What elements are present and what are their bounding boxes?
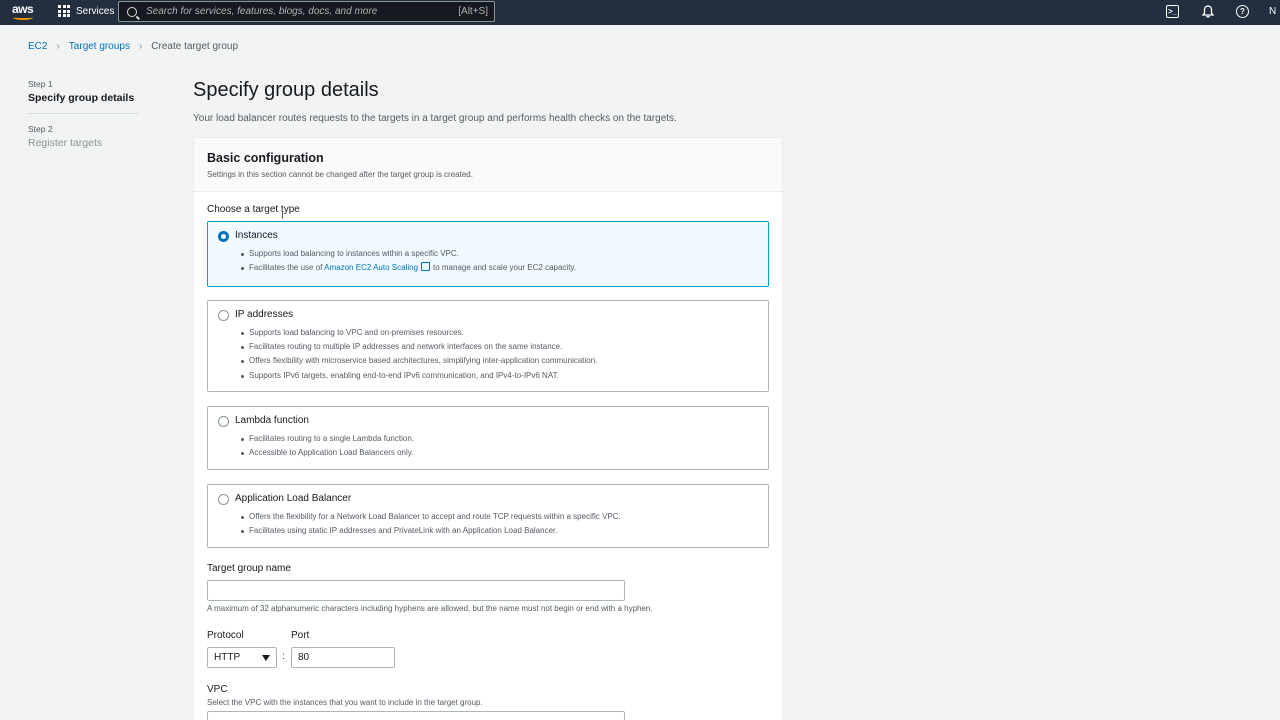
caret-down-icon — [262, 655, 270, 661]
option-bullet: Facilitates routing to a single Lambda f… — [241, 432, 414, 446]
option-bullets: Facilitates routing to a single Lambda f… — [241, 432, 414, 460]
option-bullet: Facilitates the use of Amazon EC2 Auto S… — [240, 261, 577, 275]
option-bullet: Offers flexibility with microservice bas… — [240, 354, 597, 368]
option-bullet: Supports load balancing to VPC and on-pr… — [240, 326, 597, 340]
option-title: Application Load Balancer — [235, 493, 352, 504]
search-icon — [127, 6, 137, 17]
search-input[interactable] — [146, 6, 459, 17]
radio-button[interactable] — [218, 310, 229, 321]
target-group-name-label: Target group name — [207, 563, 291, 574]
port-label: Port — [291, 630, 310, 641]
chevron-right-icon: › — [138, 41, 143, 52]
text-cursor-icon — [282, 211, 287, 219]
search-bar[interactable]: [Alt+S] — [118, 1, 495, 22]
vpc-select[interactable] — [207, 711, 625, 720]
target-type-option-instances[interactable]: Instances Supports load balancing to ins… — [207, 221, 769, 287]
chevron-right-icon: › — [56, 41, 60, 52]
option-bullet: Supports load balancing to instances wit… — [240, 247, 576, 261]
step-number: Step 2 — [28, 124, 53, 134]
services-label: Services — [76, 5, 115, 17]
option-bullet: Offers the flexibility for a Network Loa… — [241, 510, 621, 524]
option-bullet: Accessible to Application Load Balancers… — [241, 446, 414, 460]
radio-button[interactable] — [218, 231, 229, 242]
option-bullet: Facilitates using static IP addresses an… — [241, 524, 621, 538]
page-description: Your load balancer routes requests to th… — [193, 113, 677, 124]
panel-header: Basic configuration Settings in this sec… — [194, 138, 782, 192]
account-menu[interactable]: N — [1269, 6, 1276, 17]
panel-description: Settings in this section cannot be chang… — [207, 170, 473, 179]
search-shortcut: [Alt+S] — [458, 6, 488, 17]
bullet-suffix: to manage and scale your EC2 capacity. — [433, 263, 577, 273]
logo-text: aws — [12, 2, 34, 16]
option-bullet: Supports IPv6 targets, enabling end-to-e… — [240, 369, 597, 383]
cloudshell-icon[interactable]: >_ — [1166, 5, 1179, 18]
option-bullets: Offers the flexibility for a Network Loa… — [241, 510, 621, 538]
external-link-icon — [421, 262, 430, 272]
protocol-label: Protocol — [207, 630, 244, 641]
radio-button[interactable] — [218, 416, 229, 427]
port-separator: : — [282, 651, 285, 662]
target-type-option-application-load-balancer[interactable]: Application Load Balancer Offers the fle… — [207, 484, 769, 548]
port-input[interactable] — [291, 647, 395, 668]
target-group-name-input[interactable] — [207, 580, 625, 601]
bell-icon[interactable] — [1201, 5, 1214, 18]
step-title: Specify group details — [28, 92, 135, 104]
services-menu-button[interactable]: Services — [58, 5, 114, 17]
help-icon[interactable]: ? — [1236, 5, 1249, 18]
step-number: Step 1 — [28, 79, 53, 89]
aws-logo[interactable]: aws — [12, 3, 36, 21]
logo-smile-icon — [13, 15, 33, 20]
option-title: IP addresses — [235, 309, 294, 320]
top-navigation: aws Services [Alt+S] >_ ? N — [0, 0, 1280, 25]
breadcrumb-target-groups-link[interactable]: Target groups — [69, 41, 130, 52]
panel-title: Basic configuration — [207, 151, 324, 165]
bullet-prefix: Facilitates the use of — [249, 263, 323, 273]
step-2: Step 2 Register targets — [28, 124, 138, 149]
page-title: Specify group details — [193, 79, 379, 101]
breadcrumb-ec2-link[interactable]: EC2 — [28, 41, 47, 52]
vpc-hint: Select the VPC with the instances that y… — [207, 698, 483, 707]
basic-configuration-panel: Basic configuration Settings in this sec… — [193, 137, 783, 720]
protocol-select[interactable]: HTTP — [207, 647, 277, 668]
option-title: Lambda function — [235, 415, 309, 426]
step-title: Register targets — [28, 137, 103, 149]
target-type-option-lambda-function[interactable]: Lambda function Facilitates routing to a… — [207, 406, 769, 470]
vpc-label: VPC — [207, 684, 228, 695]
grid-icon — [58, 5, 70, 17]
ec2-auto-scaling-link[interactable]: Amazon EC2 Auto Scaling — [324, 263, 418, 272]
step-divider — [28, 113, 138, 114]
option-bullets: Supports load balancing to VPC and on-pr… — [240, 326, 597, 383]
breadcrumb: EC2 › Target groups › Create target grou… — [28, 41, 238, 52]
radio-button[interactable] — [218, 494, 229, 505]
option-bullets: Supports load balancing to instances wit… — [240, 247, 577, 275]
step-1: Step 1 Specify group details — [28, 79, 138, 104]
protocol-value: HTTP — [214, 652, 241, 663]
option-bullet: Facilitates routing to multiple IP addre… — [240, 340, 597, 354]
target-type-option-ip-addresses[interactable]: IP addresses Supports load balancing to … — [207, 300, 769, 392]
wizard-steps: Step 1 Specify group details Step 2 Regi… — [28, 79, 138, 149]
option-title: Instances — [235, 230, 278, 241]
target-group-name-hint: A maximum of 32 alphanumeric characters … — [207, 604, 653, 613]
breadcrumb-current: Create target group — [151, 41, 239, 52]
